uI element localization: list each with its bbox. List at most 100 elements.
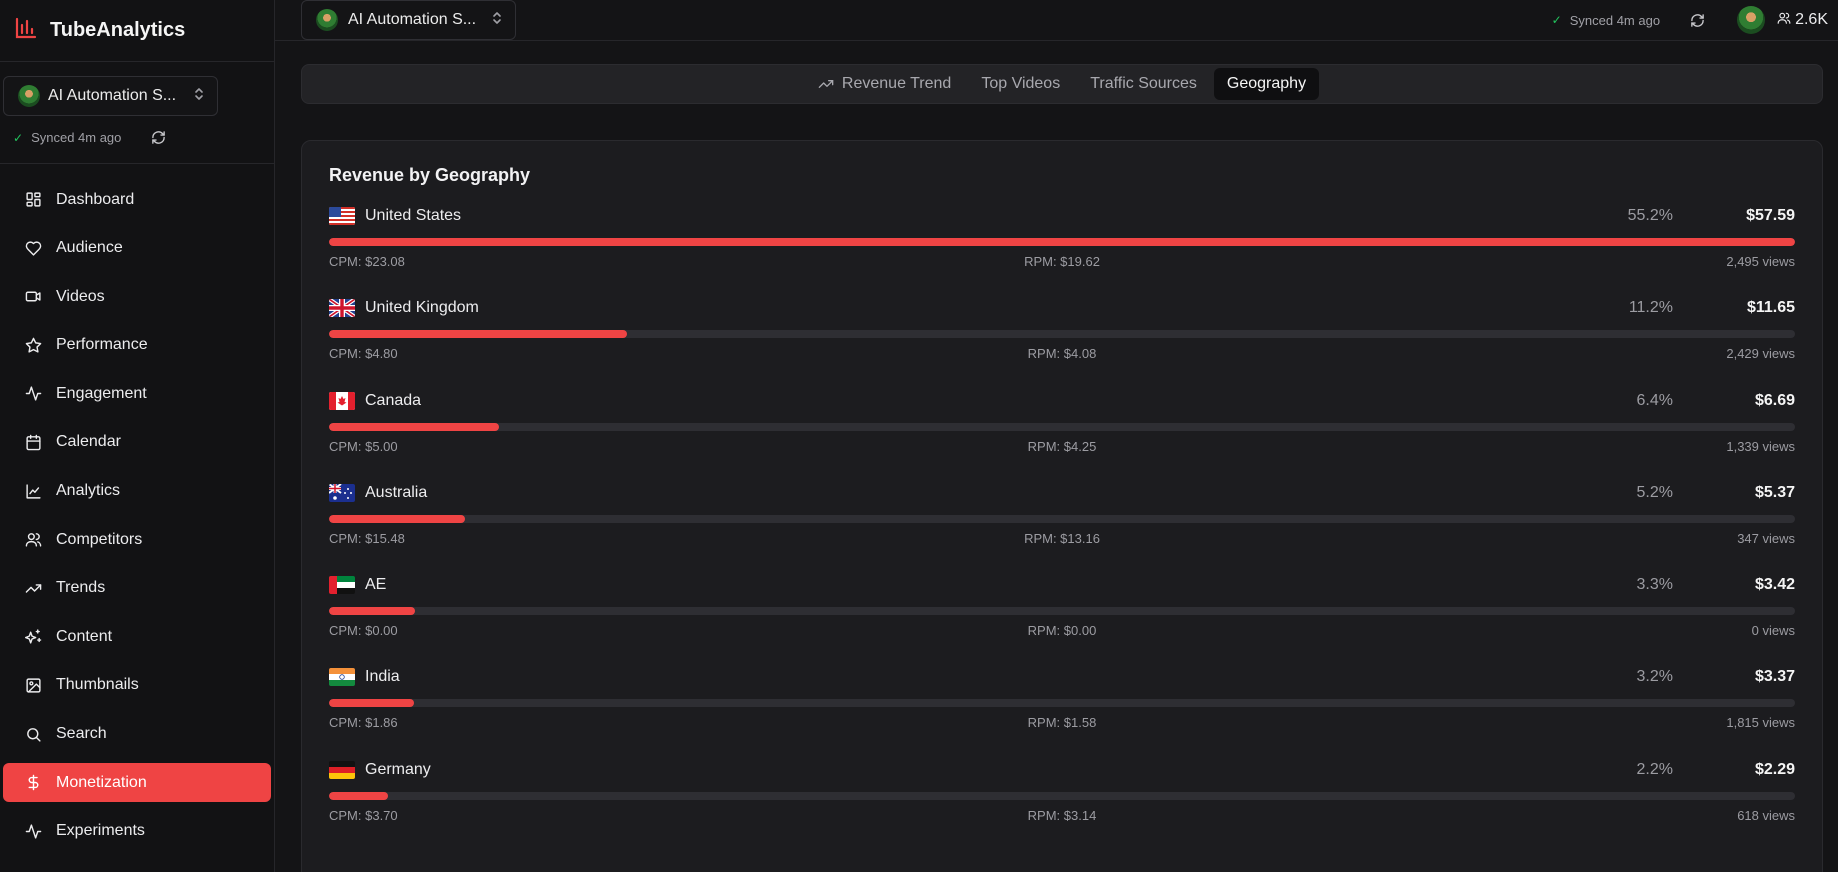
- activity-icon: [25, 823, 42, 840]
- revenue-amount: $5.37: [1754, 483, 1795, 501]
- sidebar-item-trends[interactable]: Trends: [3, 569, 271, 608]
- revenue-bar-track: [329, 607, 1795, 616]
- sidebar-item-label: Audience: [56, 239, 123, 257]
- geo-row-header: AE 3.3% $3.42: [329, 571, 1795, 599]
- geo-row-header: United States 55.2% $57.59: [329, 202, 1795, 230]
- sidebar-item-content[interactable]: Content: [3, 617, 271, 656]
- sidebar-item-audience[interactable]: Audience: [3, 229, 271, 268]
- flag-au-icon: [329, 483, 355, 502]
- tab-label: Geography: [1226, 75, 1307, 92]
- sidebar-item-experiments[interactable]: Experiments: [3, 812, 271, 851]
- card-title: Revenue by Geography: [329, 165, 531, 185]
- channel-name: AI Automation S...: [348, 11, 477, 28]
- sidebar-item-competitors[interactable]: Competitors: [3, 520, 271, 559]
- tab-geography[interactable]: Geography: [1213, 68, 1320, 100]
- dollar-icon: [25, 774, 42, 791]
- tab-revenue-trend[interactable]: Revenue Trend: [805, 68, 964, 100]
- rpm-value: RPM: $1.58: [1027, 715, 1097, 731]
- sidebar-item-dashboard[interactable]: Dashboard: [3, 180, 271, 219]
- geo-row-metrics: CPM: $3.70 RPM: $3.14 618 views: [329, 808, 1795, 823]
- sidebar-item-videos[interactable]: Videos: [3, 277, 271, 316]
- geo-row-metrics: CPM: $5.00 RPM: $4.25 1,339 views: [329, 439, 1795, 454]
- sidebar-item-label: Videos: [56, 287, 105, 305]
- geo-row: Australia 5.2% $5.37 CPM: $15.48 RPM: $13.16…: [329, 479, 1795, 571]
- geo-row-header: United Kingdom 11.2% $11.65: [329, 294, 1795, 322]
- user-avatar[interactable]: [1737, 6, 1766, 34]
- views-value: 2,495 views: [1726, 254, 1796, 269]
- trending-up-icon: [25, 580, 42, 597]
- image-icon: [25, 677, 42, 694]
- revenue-bar-fill: [329, 330, 627, 339]
- geo-row-header: Canada 6.4% $6.69: [329, 387, 1795, 415]
- sidebar-item-performance[interactable]: Performance: [3, 326, 271, 365]
- sync-text: Synced 4m ago: [31, 130, 122, 145]
- top-sync-text: Synced 4m ago: [1569, 12, 1661, 28]
- sidebar: TubeAnalytics AI Automation S... ✓ Synce…: [0, 0, 275, 872]
- refresh-icon[interactable]: [151, 130, 166, 145]
- flag-in-icon: [329, 668, 355, 687]
- subscriber-count: 2.6K: [1777, 11, 1828, 30]
- main-area: AI Automation S... ✓ Synced 4m ago 2.6K: [275, 0, 1838, 872]
- content: Revenue Trend Top Videos Traffic Sources Ge…: [275, 41, 1838, 872]
- revenue-bar-fill: [329, 422, 500, 431]
- revenue-bar-track: [329, 514, 1795, 523]
- sidebar-item-label: Thumbnails: [56, 676, 139, 694]
- search-icon: [25, 726, 42, 743]
- geo-row-metrics: CPM: $0.00 RPM: $0.00 0 views: [329, 623, 1795, 638]
- country-name: Canada: [365, 391, 422, 409]
- sidebar-item-engagement[interactable]: Engagement: [3, 374, 271, 413]
- tab-label: Top Videos: [981, 75, 1061, 92]
- cpm-value: CPM: $3.70: [329, 807, 398, 823]
- refresh-icon[interactable]: [1690, 13, 1705, 28]
- rpm-value: RPM: $4.08: [1027, 346, 1097, 362]
- country-name: United Kingdom: [365, 299, 479, 317]
- sidebar-item-thumbnails[interactable]: Thumbnails: [3, 666, 271, 705]
- geography-card: Revenue by Geography United States 55.2% $…: [301, 140, 1823, 872]
- flag-gb-icon: [329, 299, 355, 318]
- revenue-amount: $11.65: [1746, 299, 1795, 317]
- tab-top-videos[interactable]: Top Videos: [968, 68, 1073, 100]
- sidebar-nav: Dashboard Audience Videos Performance Engage…: [0, 164, 274, 860]
- geo-row: Canada 6.4% $6.69 CPM: $5.00 RPM: $4.25 1,339…: [329, 387, 1795, 479]
- channel-name: AI Automation S...: [48, 87, 177, 104]
- geo-row-metrics: CPM: $23.08 RPM: $19.62 2,495 views: [329, 254, 1795, 269]
- cpm-value: CPM: $23.08: [329, 254, 405, 269]
- geo-row-header: Australia 5.2% $5.37: [329, 479, 1795, 507]
- chevron-up-down-icon: [491, 11, 503, 30]
- channel-avatar: [18, 85, 40, 107]
- revenue-bar-fill: [329, 699, 415, 708]
- sidebar-channel-section: AI Automation S... ✓ Synced 4m ago: [0, 62, 274, 164]
- revenue-percent: 2.2%: [1636, 760, 1673, 778]
- sync-status: ✓ Synced 4m ago: [3, 130, 271, 145]
- subscriber-value: 2.6K: [1795, 11, 1828, 28]
- tab-traffic-sources[interactable]: Traffic Sources: [1077, 68, 1210, 100]
- line-chart-icon: [25, 483, 42, 500]
- revenue-percent: 6.4%: [1636, 391, 1673, 409]
- revenue-bar-track: [329, 699, 1795, 708]
- sidebar-item-analytics[interactable]: Analytics: [3, 472, 271, 511]
- tab-label: Revenue Trend: [841, 75, 952, 92]
- top-channel-select[interactable]: AI Automation S...: [301, 0, 516, 40]
- geo-row-metrics: CPM: $15.48 RPM: $13.16 347 views: [329, 531, 1795, 546]
- heart-icon: [25, 240, 42, 257]
- revenue-amount: $2.29: [1754, 760, 1795, 778]
- check-icon: ✓: [1551, 13, 1562, 27]
- trending-up-icon: [818, 76, 834, 92]
- revenue-percent: 11.2%: [1628, 299, 1673, 317]
- monetization-tabs: Revenue Trend Top Videos Traffic Sources Ge…: [301, 64, 1823, 104]
- sidebar-item-monetization[interactable]: Monetization: [3, 763, 271, 803]
- revenue-bar-track: [329, 330, 1795, 339]
- geo-row-header: India 3.2% $3.37: [329, 663, 1795, 691]
- geo-row: United States 55.2% $57.59 CPM: $23.08 RPM: …: [329, 202, 1795, 294]
- channel-select[interactable]: AI Automation S...: [3, 76, 218, 116]
- channel-avatar: [316, 9, 338, 31]
- sidebar-item-label: Performance: [56, 336, 148, 354]
- revenue-amount: $6.69: [1754, 391, 1795, 409]
- geo-row-header: Germany 2.2% $2.29: [329, 756, 1795, 784]
- topbar: AI Automation S... ✓ Synced 4m ago 2.6K: [275, 0, 1838, 41]
- brand[interactable]: TubeAnalytics: [0, 0, 274, 62]
- sidebar-item-search[interactable]: Search: [3, 715, 271, 754]
- sidebar-item-calendar[interactable]: Calendar: [3, 423, 271, 462]
- views-value: 2,429 views: [1726, 346, 1796, 362]
- video-icon: [25, 288, 42, 305]
